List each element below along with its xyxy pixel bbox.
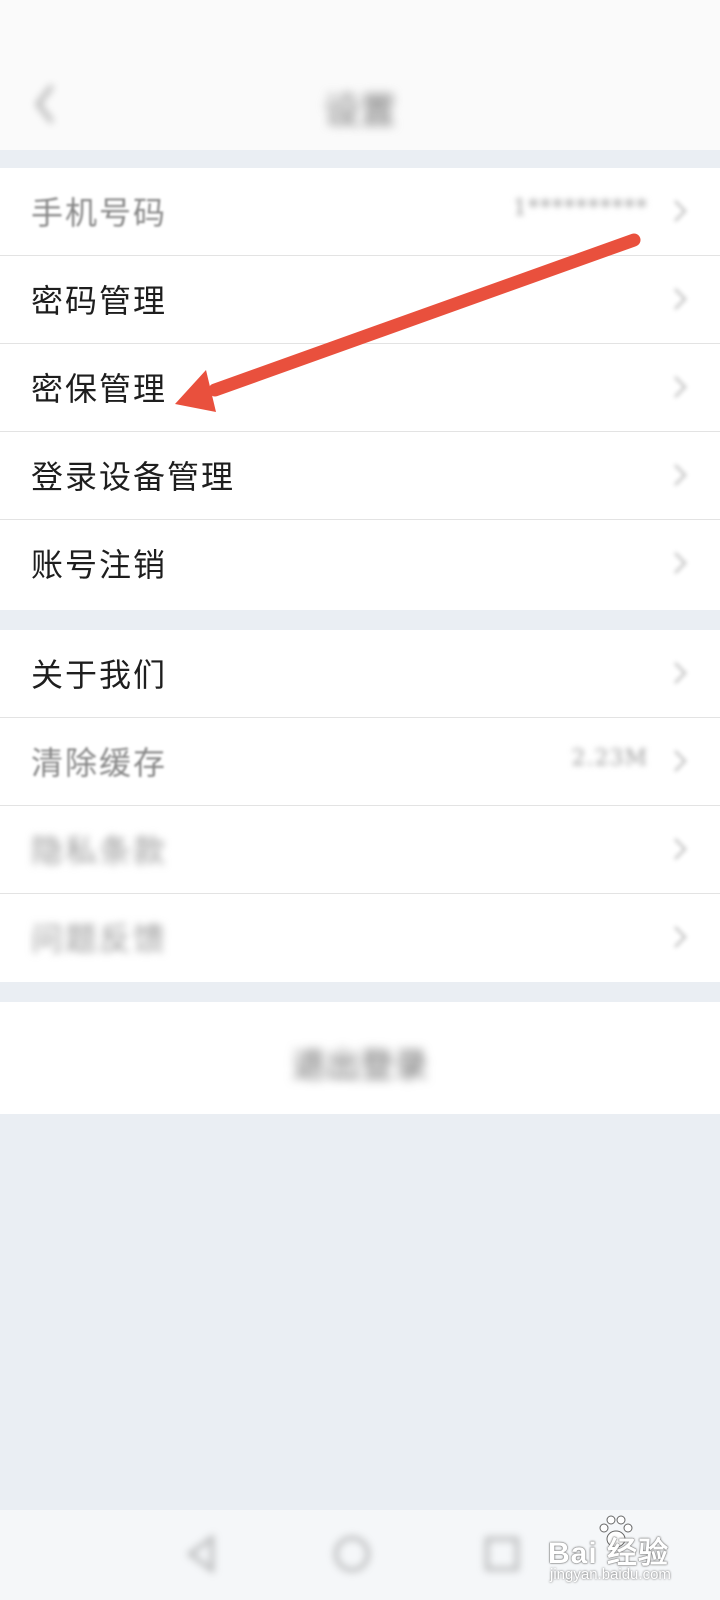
watermark: Bai 经验 jingyan.baidu.com <box>548 1514 718 1594</box>
logout-label: 退出登录 <box>292 1046 428 1086</box>
settings-item-security-question[interactable]: 密保管理 <box>0 344 720 432</box>
logout-button[interactable]: 退出登录 <box>0 1002 720 1114</box>
chevron-right-icon <box>673 375 688 399</box>
back-triangle-icon[interactable] <box>180 1532 224 1576</box>
settings-item-password[interactable]: 密码管理 <box>0 256 720 344</box>
settings-item-label: 隐私条款 <box>31 832 168 870</box>
home-circle-icon[interactable] <box>330 1532 374 1576</box>
chevron-right-icon <box>673 837 688 861</box>
general-settings-group: 关于我们 清除缓存 2.23M 隐私条款 问题反馈 <box>0 630 720 982</box>
account-settings-group: 手机号码 1********** 密码管理 密保管理 登录设备管理 账号注销 <box>0 168 720 610</box>
settings-item-label: 问题反馈 <box>31 920 168 958</box>
settings-item-label: 清除缓存 <box>31 744 168 782</box>
watermark-url: jingyan.baidu.com <box>550 1566 671 1583</box>
settings-item-label: 密保管理 <box>31 370 168 408</box>
settings-item-label: 手机号码 <box>31 194 168 232</box>
settings-item-feedback[interactable]: 问题反馈 <box>0 894 720 982</box>
chevron-right-icon <box>673 749 688 773</box>
settings-item-login-devices[interactable]: 登录设备管理 <box>0 432 720 520</box>
settings-item-label: 账号注销 <box>31 546 168 584</box>
chevron-right-icon <box>673 551 688 575</box>
recent-square-icon[interactable] <box>480 1532 524 1576</box>
settings-item-label: 关于我们 <box>31 656 168 694</box>
cache-size-value: 2.23M <box>571 746 648 771</box>
settings-item-phone[interactable]: 手机号码 1********** <box>0 168 720 256</box>
settings-item-label: 登录设备管理 <box>31 458 236 496</box>
settings-item-about-us[interactable]: 关于我们 <box>0 630 720 718</box>
chevron-right-icon <box>673 661 688 685</box>
nav-bar: 设置 <box>0 60 720 150</box>
settings-item-delete-account[interactable]: 账号注销 <box>0 520 720 608</box>
phone-value: 1********** <box>513 196 648 221</box>
settings-item-label: 密码管理 <box>31 282 168 320</box>
page-title: 设置 <box>323 91 396 132</box>
chevron-right-icon <box>673 463 688 487</box>
status-bar <box>0 0 720 60</box>
settings-item-clear-cache[interactable]: 清除缓存 2.23M <box>0 718 720 806</box>
chevron-right-icon <box>673 287 688 311</box>
chevron-right-icon <box>673 199 688 223</box>
settings-item-privacy-policy[interactable]: 隐私条款 <box>0 806 720 894</box>
chevron-right-icon <box>673 925 688 949</box>
